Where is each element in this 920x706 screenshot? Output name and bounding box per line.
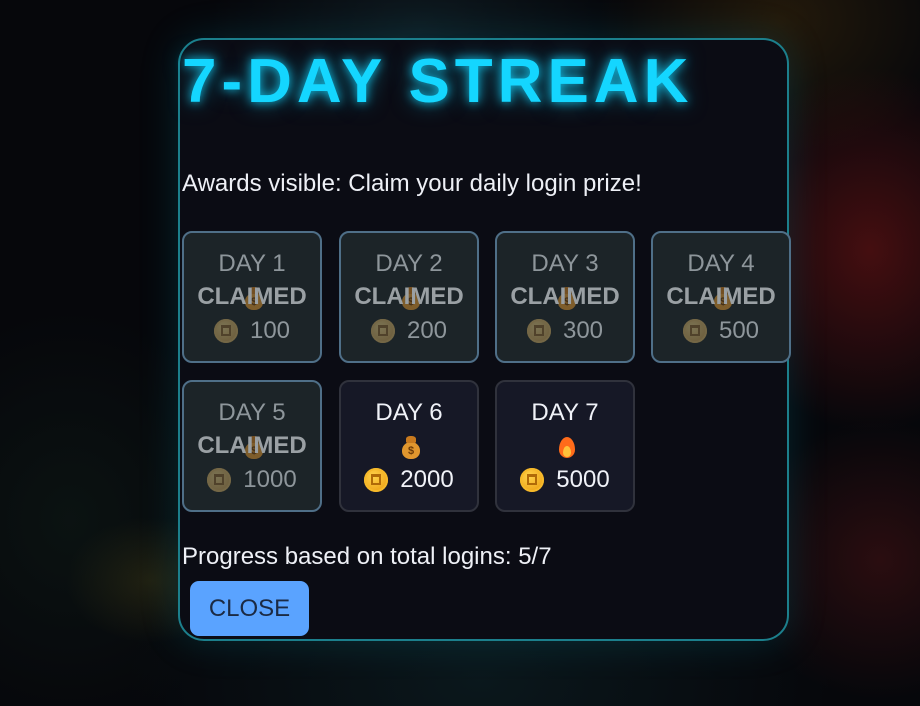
day-card-5[interactable]: DAY 5 $ CLAIMED 1000 — [182, 380, 322, 512]
coin-icon — [370, 319, 395, 343]
reward-amount: 5000 — [556, 466, 610, 493]
day-label: DAY 5 — [218, 399, 286, 426]
claimed-status: CLAIMED — [197, 283, 307, 310]
coin-icon — [526, 319, 551, 343]
reward-amount: 300 — [562, 317, 604, 344]
modal-subtitle: Awards visible: Claim your daily login p… — [182, 170, 642, 197]
coin-icon — [520, 468, 545, 492]
day-label: DAY 1 — [218, 250, 286, 277]
day-label: DAY 3 — [531, 250, 599, 277]
day-label: DAY 7 — [531, 399, 599, 426]
claimed-status: CLAIMED — [666, 283, 776, 310]
reward-amount: 100 — [249, 317, 291, 344]
close-button[interactable]: CLOSE — [190, 581, 309, 636]
claimed-status: CLAIMED — [354, 283, 464, 310]
day-card-1[interactable]: DAY 1 $ CLAIMED 100 — [182, 231, 322, 363]
claimed-status: CLAIMED — [197, 432, 307, 459]
money-bag-icon: $ — [398, 435, 424, 461]
coin-icon — [364, 468, 389, 492]
reward-amount: 500 — [718, 317, 760, 344]
day-card-3[interactable]: DAY 3 $ CLAIMED 300 — [495, 231, 635, 363]
progress-text: Progress based on total logins: 5/7 — [182, 543, 552, 570]
coin-icon — [207, 468, 232, 492]
coin-icon — [682, 319, 707, 343]
day-card-2[interactable]: DAY 2 $ CLAIMED 200 — [339, 231, 479, 363]
reward-amount: 200 — [406, 317, 448, 344]
day-card-6[interactable]: DAY 6 $ 2000 — [339, 380, 479, 512]
streak-modal: 7-DAY STREAK Awards visible: Claim your … — [178, 38, 791, 641]
coin-icon — [213, 319, 238, 343]
fire-icon — [554, 435, 580, 461]
day-card-4[interactable]: DAY 4 $ CLAIMED 500 — [651, 231, 791, 363]
claimed-status: CLAIMED — [510, 283, 620, 310]
reward-amount: 2000 — [400, 466, 454, 493]
day-label: DAY 6 — [375, 399, 443, 426]
reward-amount: 1000 — [243, 466, 297, 493]
day-card-7[interactable]: DAY 7 5000 — [495, 380, 635, 512]
day-label: DAY 4 — [687, 250, 755, 277]
day-label: DAY 2 — [375, 250, 443, 277]
modal-title: 7-DAY STREAK — [182, 47, 694, 116]
